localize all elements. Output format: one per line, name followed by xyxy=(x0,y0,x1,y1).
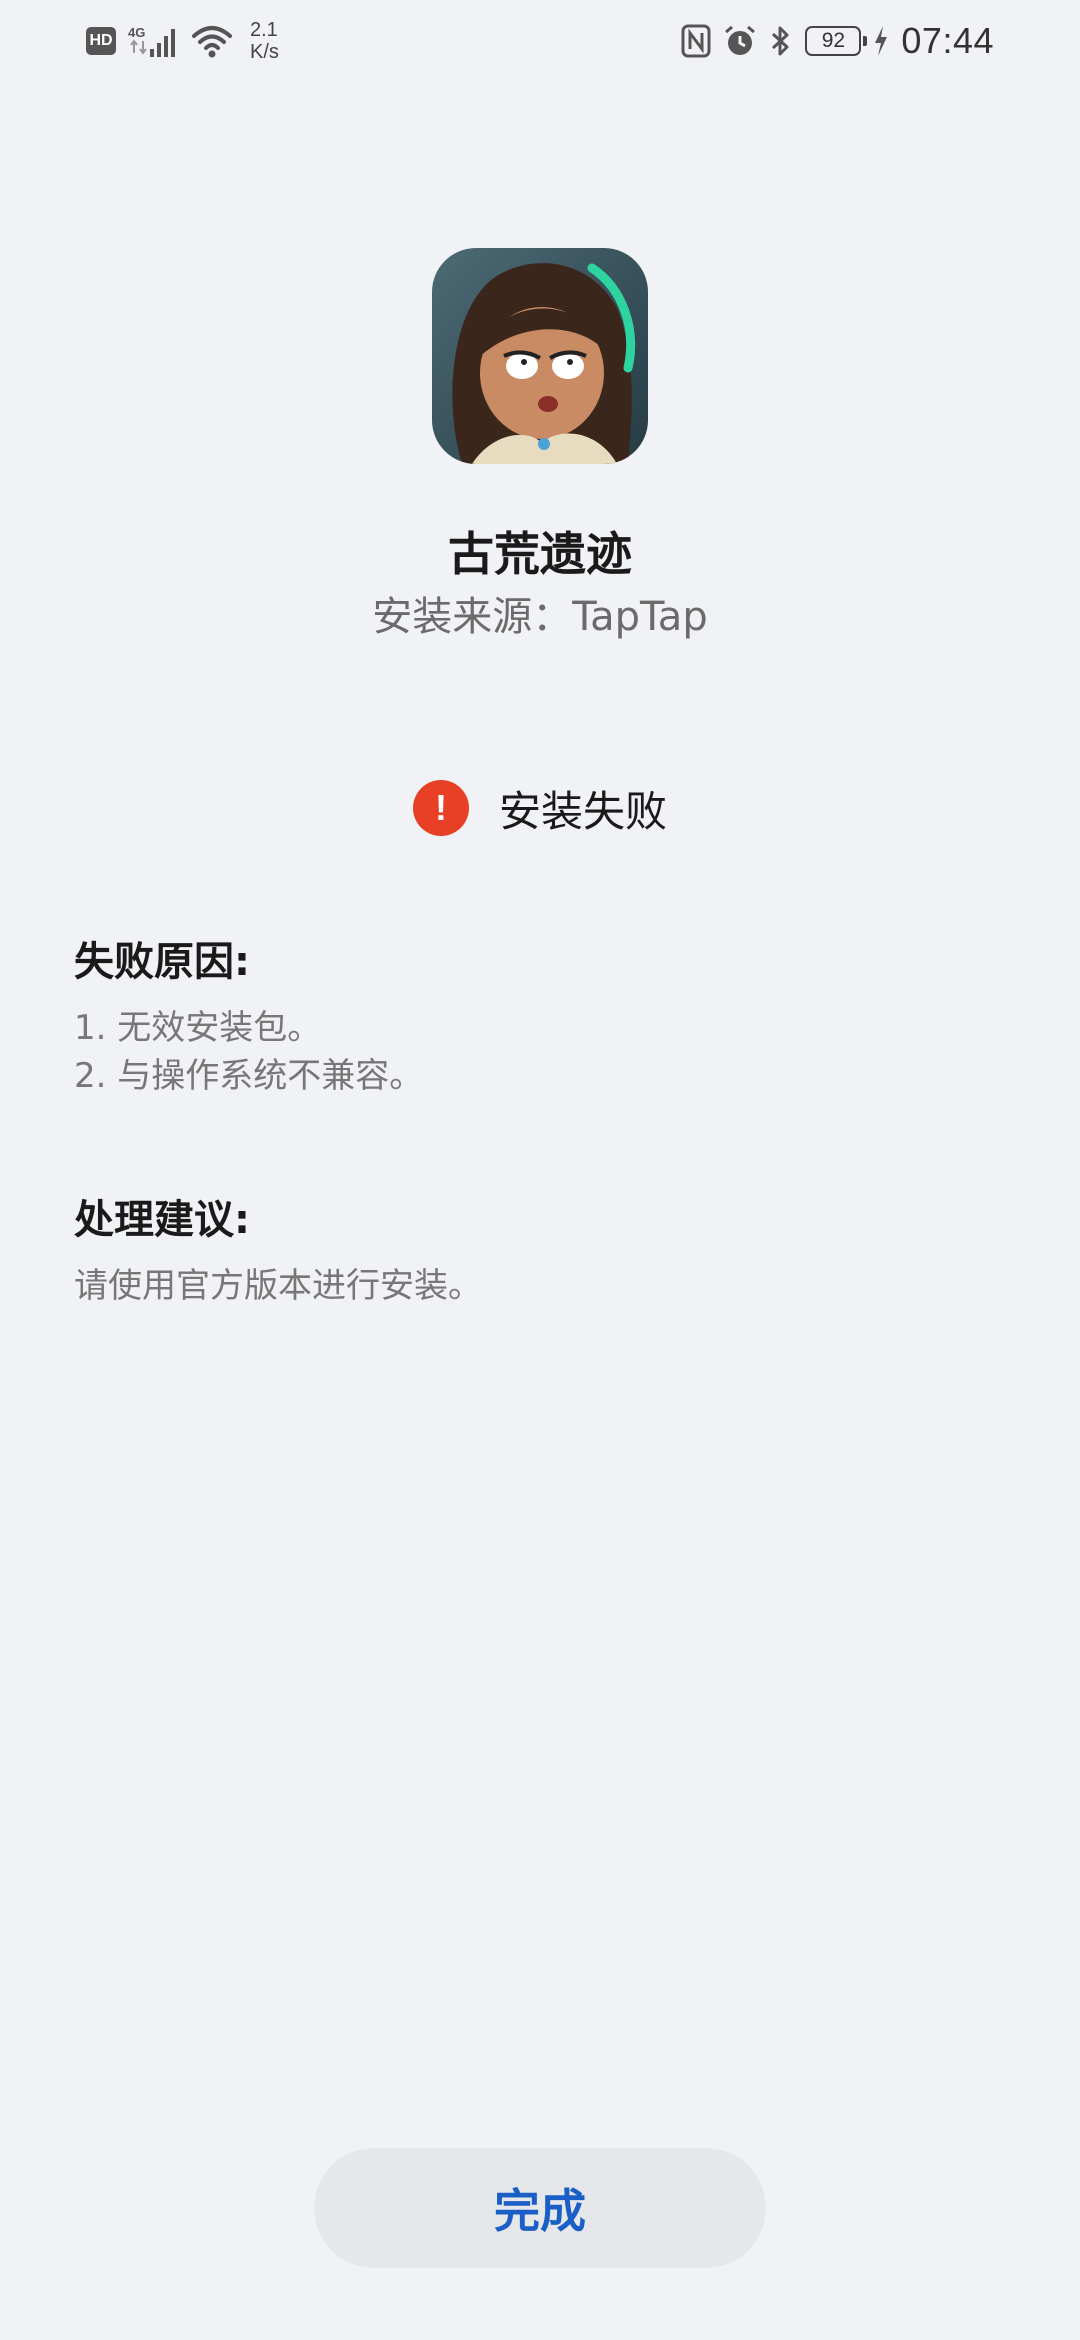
status-bar: HD 4G 2.1 K/s 92 07:44 xyxy=(0,0,1080,82)
battery-level: 92 xyxy=(821,29,846,52)
network-speed: 2.1 K/s xyxy=(250,19,279,63)
install-source: 安装来源：TapTap xyxy=(372,594,708,640)
advice-text: 请使用官方版本进行安装。 xyxy=(74,1266,482,1306)
alarm-icon xyxy=(723,24,757,58)
failure-reason-item: 1. 无效安装包。 xyxy=(74,1008,322,1048)
battery-icon: 92 xyxy=(805,26,868,56)
network-speed-value: 2.1 xyxy=(250,19,278,41)
install-status: ! 安装失败 xyxy=(0,778,1080,838)
done-button[interactable]: 完成 xyxy=(314,2148,766,2268)
advice-section: 处理建议: 请使用官方版本进行安装。 xyxy=(74,1192,1014,1310)
app-name: 古荒遗迹 xyxy=(448,527,632,581)
status-text: 安装失败 xyxy=(498,786,667,836)
hd-icon: HD xyxy=(86,27,116,55)
charging-icon xyxy=(873,25,889,57)
failure-reason-item: 2. 与操作系统不兼容。 xyxy=(74,1056,424,1096)
network-speed-unit: K/s xyxy=(250,41,279,63)
signal-icon: 4G xyxy=(128,23,180,59)
bluetooth-icon xyxy=(769,24,793,58)
error-icon: ! xyxy=(412,780,469,836)
advice-title: 处理建议: xyxy=(74,1197,250,1243)
failure-reasons-section: 失败原因: 1. 无效安装包。 2. 与操作系统不兼容。 xyxy=(74,934,1014,1100)
clock: 07:44 xyxy=(901,20,994,61)
app-icon xyxy=(432,248,648,464)
status-bar-right: 92 07:44 xyxy=(681,16,994,66)
status-bar-left: HD 4G 2.1 K/s xyxy=(86,16,279,66)
svg-text:4G: 4G xyxy=(128,25,145,40)
nfc-icon xyxy=(681,24,711,58)
failure-reasons-title: 失败原因: xyxy=(74,939,250,985)
wifi-icon xyxy=(192,24,232,58)
